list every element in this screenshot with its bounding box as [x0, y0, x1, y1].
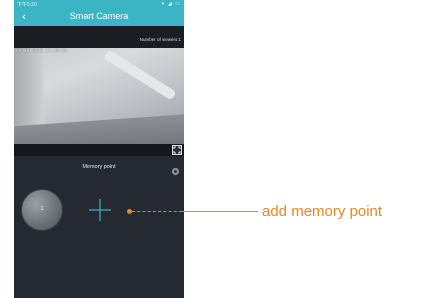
add-memory-point-button[interactable] — [82, 192, 118, 228]
memory-point-number: 1 — [40, 206, 44, 212]
fullscreen-icon[interactable] — [172, 145, 182, 155]
page: 下午5:20 ▾ ◢ ▭ ‹ Smart Camera Number of vi… — [0, 0, 421, 298]
annotation-leader-solid — [182, 211, 258, 212]
video-timestamp: 05-18 2015 17:20:31 — [16, 49, 68, 54]
memory-point-panel: Memory point 1 — [14, 156, 184, 298]
plus-icon — [89, 199, 111, 221]
viewers-bar: Number of viewers:1 — [14, 26, 184, 48]
video-scene-light — [103, 49, 177, 101]
annotation-label: add memory point — [262, 203, 383, 220]
gear-icon[interactable] — [171, 163, 180, 176]
viewers-count: Number of viewers:1 — [139, 37, 181, 42]
status-time: 下午5:20 — [17, 2, 37, 8]
phone-screen: 下午5:20 ▾ ◢ ▭ ‹ Smart Camera Number of vi… — [14, 0, 184, 298]
page-title: Smart Camera — [69, 11, 129, 21]
memory-point-tile[interactable]: 1 — [21, 189, 63, 231]
memory-point-title: Memory point — [82, 164, 116, 170]
camera-video-feed[interactable]: 05-18 2015 17:20:31 — [14, 48, 184, 144]
memory-point-header: Memory point — [14, 162, 184, 176]
annotation-leader-dashed — [132, 211, 182, 212]
video-toolbar — [14, 144, 184, 156]
status-bar: 下午5:20 ▾ ◢ ▭ — [14, 0, 184, 9]
status-icons: ▾ ◢ ▭ — [161, 1, 181, 7]
title-bar: ‹ Smart Camera — [14, 9, 184, 26]
